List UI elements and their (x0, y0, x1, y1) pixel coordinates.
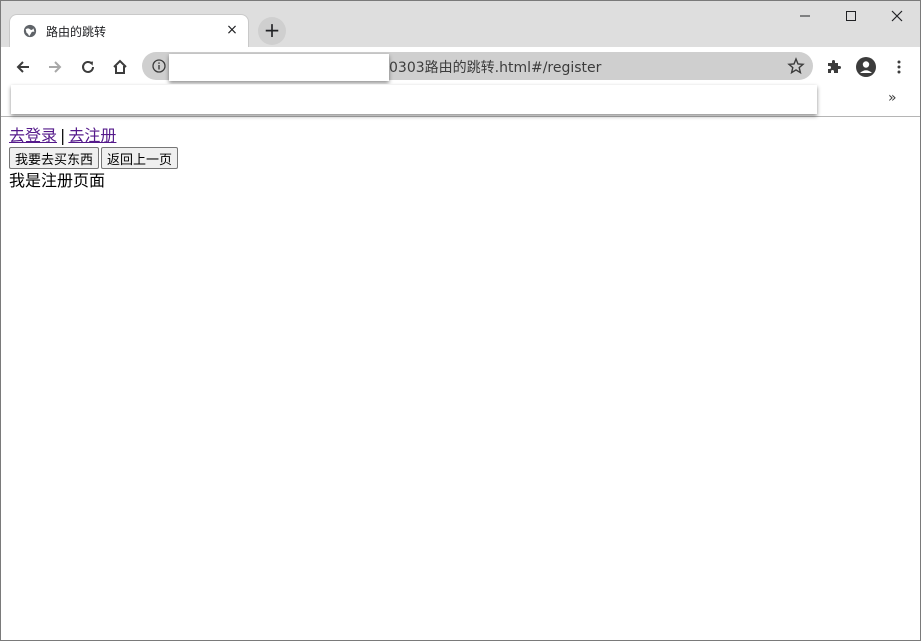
menu-button[interactable] (886, 53, 912, 79)
more-bookmarks-button[interactable]: » (888, 90, 897, 106)
close-window-button[interactable] (874, 1, 920, 31)
redacted-region (169, 54, 389, 81)
forward-button[interactable] (42, 53, 68, 79)
maximize-button[interactable] (828, 1, 874, 31)
close-icon (891, 10, 903, 22)
tab-close-icon[interactable]: × (225, 23, 239, 37)
go-back-button[interactable]: 返回上一页 (101, 147, 179, 169)
new-tab-button[interactable]: + (258, 17, 286, 45)
reload-icon (82, 60, 94, 73)
star-icon[interactable] (787, 57, 805, 75)
browser-toolbar: 0303路由的跳转.html#/register (1, 47, 920, 84)
info-icon[interactable] (152, 59, 166, 73)
buy-button[interactable]: 我要去买东西 (9, 147, 100, 169)
url-text[interactable]: 0303路由的跳转.html#/register (389, 57, 601, 77)
reload-button[interactable] (75, 53, 101, 79)
minimize-button[interactable] (782, 1, 828, 31)
address-bar[interactable]: 0303路由的跳转.html#/register (142, 52, 813, 81)
back-button[interactable] (10, 53, 36, 79)
register-link[interactable]: 去注册 (68, 126, 116, 145)
back-arrow-icon (16, 60, 29, 73)
home-button[interactable] (107, 53, 133, 79)
browser-tab[interactable]: 路由的跳转 × (9, 14, 249, 47)
globe-icon (23, 24, 37, 38)
register-page-text: 我是注册页面 (9, 171, 106, 190)
bookmark-bar: » (1, 84, 920, 117)
tab-title: 路由的跳转 (46, 25, 107, 39)
login-link[interactable]: 去登录 (9, 126, 57, 145)
tab-strip: 路由的跳转 × + (1, 1, 920, 47)
redacted-region (11, 85, 817, 114)
browser-window: 路由的跳转 × + 0303路由的跳转.html#/register » 去登录… (0, 0, 921, 641)
button-row: 我要去买东西 返回上一页 (9, 147, 180, 170)
home-icon (113, 59, 127, 74)
link-separator: | (60, 126, 66, 145)
puzzle-icon (828, 59, 841, 73)
profile-button[interactable] (853, 53, 879, 79)
nav-links: 去登录 | 去注册 (9, 125, 180, 147)
page-content: 去登录 | 去注册 我要去买东西 返回上一页 我是注册页面 (9, 125, 180, 192)
forward-arrow-icon (49, 60, 62, 73)
extensions-button[interactable] (821, 53, 847, 79)
minimize-icon (800, 15, 810, 17)
maximize-icon (846, 11, 856, 21)
profile-icon (856, 56, 876, 77)
kebab-menu-icon (897, 60, 901, 73)
